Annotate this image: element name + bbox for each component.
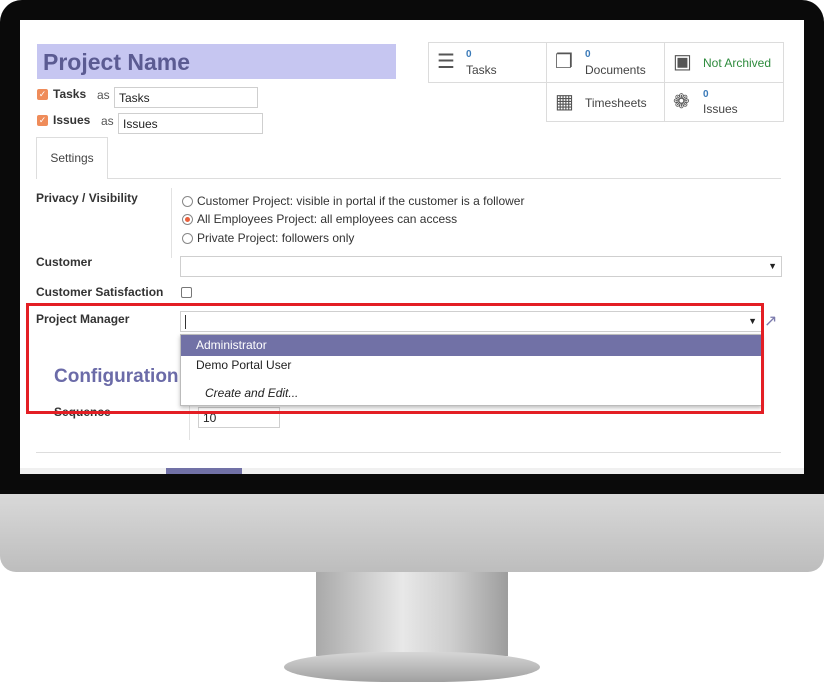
tab-divider — [36, 178, 781, 179]
documents-stat-label: Documents — [585, 63, 646, 77]
monitor-stand — [316, 572, 508, 656]
radio-customer[interactable] — [182, 195, 193, 207]
archive-icon: ▣ — [673, 51, 692, 73]
archive-toggle-button[interactable]: ▣ Not Archived — [664, 42, 784, 83]
issues-alias-checkbox[interactable]: ✓ — [37, 115, 48, 126]
privacy-option-private[interactable]: Private Project: followers only — [182, 231, 354, 245]
issues-stat-label: Issues — [703, 102, 738, 116]
customer-label: Customer — [36, 255, 93, 269]
field-separator — [171, 188, 172, 258]
chatter-strip-button — [166, 468, 242, 474]
external-link-icon[interactable]: ↗ — [764, 311, 777, 331]
timesheets-stat-button[interactable]: ▦ Timesheets — [546, 82, 665, 122]
form-divider — [36, 452, 781, 453]
archive-status-label: Not Archived — [703, 56, 772, 70]
tasks-icon: ☰ — [437, 51, 455, 73]
issues-stat-button[interactable]: ❁ 0 Issues — [664, 82, 784, 122]
privacy-option-label: Private Project: followers only — [197, 231, 355, 245]
screen: Project Name ✓ Tasks as Tasks ✓ Issues a… — [20, 20, 804, 474]
monitor-chin — [0, 494, 824, 572]
documents-stat-button[interactable]: ❐ 0 Documents — [546, 42, 665, 83]
tasks-count: 0 — [466, 49, 472, 60]
chevron-down-icon: ▼ — [768, 261, 777, 271]
customer-satisfaction-checkbox[interactable] — [181, 287, 192, 298]
chatter-strip — [20, 468, 804, 474]
privacy-option-label: Customer Project: visible in portal if t… — [197, 194, 525, 208]
privacy-option-customer[interactable]: Customer Project: visible in portal if t… — [182, 194, 524, 208]
tab-settings[interactable]: Settings — [36, 137, 108, 179]
documents-icon: ❐ — [555, 51, 573, 73]
documents-count: 0 — [585, 49, 591, 60]
radio-employees[interactable] — [182, 213, 193, 225]
privacy-option-employees[interactable]: All Employees Project: all employees can… — [182, 212, 457, 226]
tasks-as-label: as — [97, 88, 110, 102]
tasks-alias-input[interactable]: Tasks — [114, 87, 258, 108]
customer-satisfaction-label: Customer Satisfaction — [36, 285, 164, 299]
tasks-alias-checkbox[interactable]: ✓ — [37, 89, 48, 100]
tasks-stat-button[interactable]: ☰ 0 Tasks — [428, 42, 547, 83]
issues-alias-input[interactable]: Issues — [118, 113, 263, 134]
highlight-outline — [26, 303, 764, 414]
issues-as-label: as — [101, 114, 114, 128]
tasks-alias-label: Tasks — [53, 87, 87, 101]
issues-count: 0 — [703, 89, 709, 100]
project-name-input[interactable]: Project Name — [37, 44, 396, 79]
monitor-base — [284, 652, 540, 682]
radio-private[interactable] — [182, 232, 193, 244]
bug-icon: ❁ — [673, 91, 690, 113]
issues-alias-label: Issues — [53, 113, 91, 127]
privacy-option-label: All Employees Project: all employees can… — [197, 212, 458, 226]
customer-select[interactable]: ▼ — [180, 256, 782, 277]
privacy-label: Privacy / Visibility — [36, 191, 138, 205]
timesheets-stat-label: Timesheets — [585, 96, 647, 110]
calendar-icon: ▦ — [555, 91, 574, 113]
tasks-stat-label: Tasks — [466, 63, 497, 77]
